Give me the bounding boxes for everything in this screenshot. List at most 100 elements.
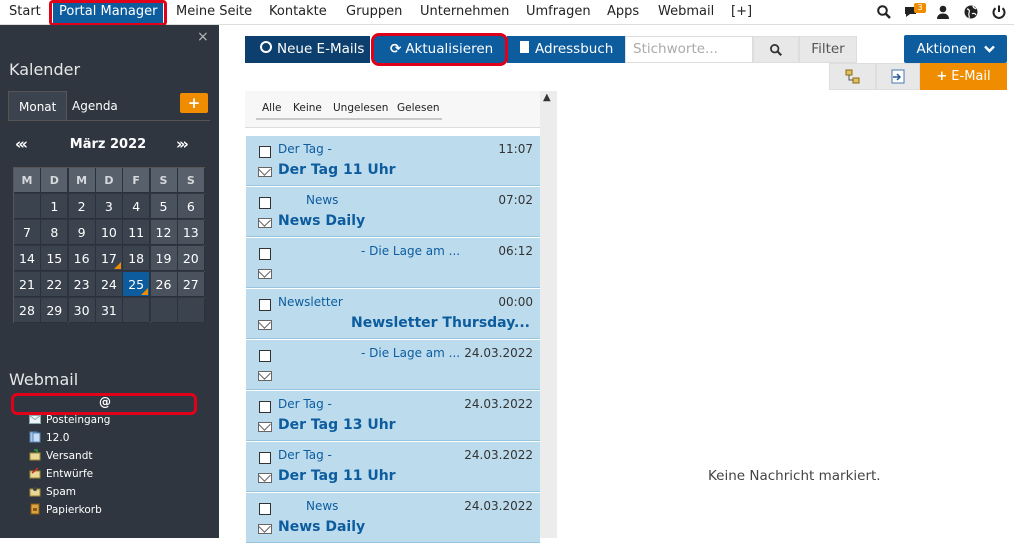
message-row[interactable]: Der Tag - 24.03.2022 Der Tag 11 Uhr — [246, 442, 540, 492]
calendar-day[interactable]: 15 — [41, 246, 69, 271]
calendar-day[interactable]: 7 — [14, 220, 41, 245]
clock-icon — [260, 41, 272, 53]
nav-kontakte[interactable]: Kontakte — [269, 4, 327, 19]
folder-sent[interactable]: Versandt — [29, 449, 93, 466]
calendar-day[interactable]: 16 — [68, 246, 96, 271]
refresh-button[interactable]: ⟳ Aktualisieren — [374, 36, 505, 63]
calendar-day[interactable]: 24 — [95, 272, 123, 297]
calendar-day[interactable]: 30 — [68, 298, 96, 323]
calendar-day[interactable]: 3 — [95, 194, 123, 219]
nav-unternehmen[interactable]: Unternehmen — [420, 4, 509, 19]
calendar-day[interactable]: 17 — [95, 246, 123, 271]
calendar-day[interactable]: 12 — [150, 220, 178, 245]
nav-webmail[interactable]: Webmail — [658, 4, 714, 19]
calendar-day[interactable]: 23 — [68, 272, 96, 297]
message-time: 00:00 — [498, 295, 533, 309]
spam-icon — [29, 485, 41, 497]
message-checkbox[interactable] — [259, 401, 271, 413]
message-row[interactable]: Der Tag - 24.03.2022 Der Tag 13 Uhr — [246, 391, 540, 441]
calendar-day[interactable]: 22 — [41, 272, 69, 297]
trash-icon — [29, 503, 41, 515]
calendar-day[interactable]: 20 — [177, 246, 205, 271]
tab-month[interactable]: Monat — [8, 91, 68, 121]
folder-spam[interactable]: Spam — [29, 486, 76, 502]
calendar-day[interactable]: 21 — [14, 272, 41, 297]
calendar-day[interactable]: 31 — [95, 298, 123, 323]
calendar-day[interactable]: 25 — [123, 272, 151, 297]
user-icon[interactable] — [935, 4, 951, 20]
message-time: 24.03.2022 — [464, 346, 533, 360]
calendar-day[interactable]: 6 — [177, 194, 205, 219]
tree-view-button[interactable] — [829, 63, 876, 90]
nav-portal-manager[interactable]: Portal Manager — [53, 2, 164, 23]
calendar-day[interactable]: 14 — [14, 246, 41, 271]
folder-inbox[interactable]: Posteingang — [29, 414, 110, 430]
calendar-prev-icon[interactable]: «‹ — [15, 135, 28, 153]
search-icon[interactable] — [876, 4, 892, 20]
message-checkbox[interactable] — [259, 146, 271, 158]
filter-button[interactable]: Filter — [799, 36, 857, 63]
calendar-day[interactable]: 13 — [177, 220, 205, 245]
message-checkbox[interactable] — [259, 503, 271, 515]
message-row[interactable]: News 07:02 News Daily — [246, 187, 540, 237]
folder-label: Entwürfe — [46, 468, 94, 480]
calendar-day[interactable]: 8 — [41, 220, 69, 245]
calendar-next-icon[interactable]: ›» — [176, 135, 189, 153]
close-icon[interactable]: × — [197, 29, 209, 45]
calendar-day[interactable]: 4 — [123, 194, 151, 219]
folder-drafts[interactable]: Entwürfe — [29, 467, 94, 484]
filter-unread[interactable]: Ungelesen — [333, 102, 388, 114]
calendar-day[interactable]: 29 — [41, 298, 69, 323]
calendar-day[interactable]: 26 — [150, 272, 178, 297]
power-icon[interactable] — [991, 4, 1007, 20]
nav-apps[interactable]: Apps — [607, 4, 639, 19]
folder-12-0[interactable]: 12.0 — [29, 431, 69, 448]
message-row[interactable]: Der Tag - 11:07 Der Tag 11 Uhr — [246, 136, 540, 186]
filter-read[interactable]: Gelesen — [397, 102, 440, 114]
filter-all[interactable]: Alle — [262, 102, 281, 114]
nav-umfragen[interactable]: Umfragen — [526, 4, 591, 19]
top-navigation: Start Portal Manager Meine Seite Kontakt… — [0, 0, 1014, 25]
calendar-day[interactable]: 11 — [123, 220, 151, 245]
globe-icon[interactable] — [963, 4, 979, 20]
calendar-day[interactable]: 2 — [68, 194, 96, 219]
message-checkbox[interactable] — [259, 248, 271, 260]
calendar-day[interactable]: 9 — [68, 220, 96, 245]
calendar-day[interactable]: 18 — [123, 246, 151, 271]
move-button[interactable] — [876, 63, 920, 90]
envelope-icon — [258, 524, 272, 534]
new-emails-button[interactable]: Neue E-Mails — [245, 36, 370, 63]
filter-none[interactable]: Keine — [293, 102, 322, 114]
folder-trash[interactable]: Papierkorb — [29, 503, 102, 520]
calendar-day[interactable]: 19 — [150, 246, 178, 271]
message-checkbox[interactable] — [259, 452, 271, 464]
nav-meine-seite[interactable]: Meine Seite — [176, 4, 252, 19]
new-email-button[interactable]: + E-Mail — [920, 63, 1007, 90]
actions-button[interactable]: Aktionen — [904, 35, 1007, 63]
search-button[interactable] — [753, 36, 799, 63]
message-checkbox[interactable] — [259, 197, 271, 209]
list-scrollbar[interactable]: ▲ — [540, 91, 557, 538]
message-row[interactable]: - Die Lage am ... 06:12 — [246, 238, 540, 288]
message-subject: Der Tag 13 Uhr — [278, 417, 396, 433]
scroll-up-icon[interactable]: ▲ — [543, 92, 551, 103]
nav-add[interactable]: [+] — [731, 4, 752, 19]
message-row[interactable]: Newsletter 00:00 Newsletter Thursday... — [246, 289, 540, 339]
message-row[interactable]: - Die Lage am ... 24.03.2022 — [246, 340, 540, 390]
tab-agenda[interactable]: Agenda — [62, 91, 128, 121]
calendar-day[interactable]: 28 — [14, 298, 41, 323]
addressbook-button[interactable]: Adressbuch — [507, 36, 625, 63]
message-row[interactable]: News 24.03.2022 News Daily — [246, 493, 540, 543]
calendar-day[interactable]: 10 — [95, 220, 123, 245]
message-checkbox[interactable] — [259, 350, 271, 362]
nav-gruppen[interactable]: Gruppen — [346, 4, 402, 19]
calendar-day[interactable]: 1 — [41, 194, 69, 219]
calendar-day[interactable]: 27 — [177, 272, 205, 297]
nav-start[interactable]: Start — [9, 4, 41, 19]
message-checkbox[interactable] — [259, 299, 271, 311]
add-event-button[interactable]: + — [180, 93, 208, 113]
weekday-header: S — [150, 168, 178, 193]
search-input[interactable]: Stichworte... — [625, 36, 753, 63]
mail-account[interactable]: @ — [14, 395, 196, 412]
calendar-day[interactable]: 5 — [150, 194, 178, 219]
